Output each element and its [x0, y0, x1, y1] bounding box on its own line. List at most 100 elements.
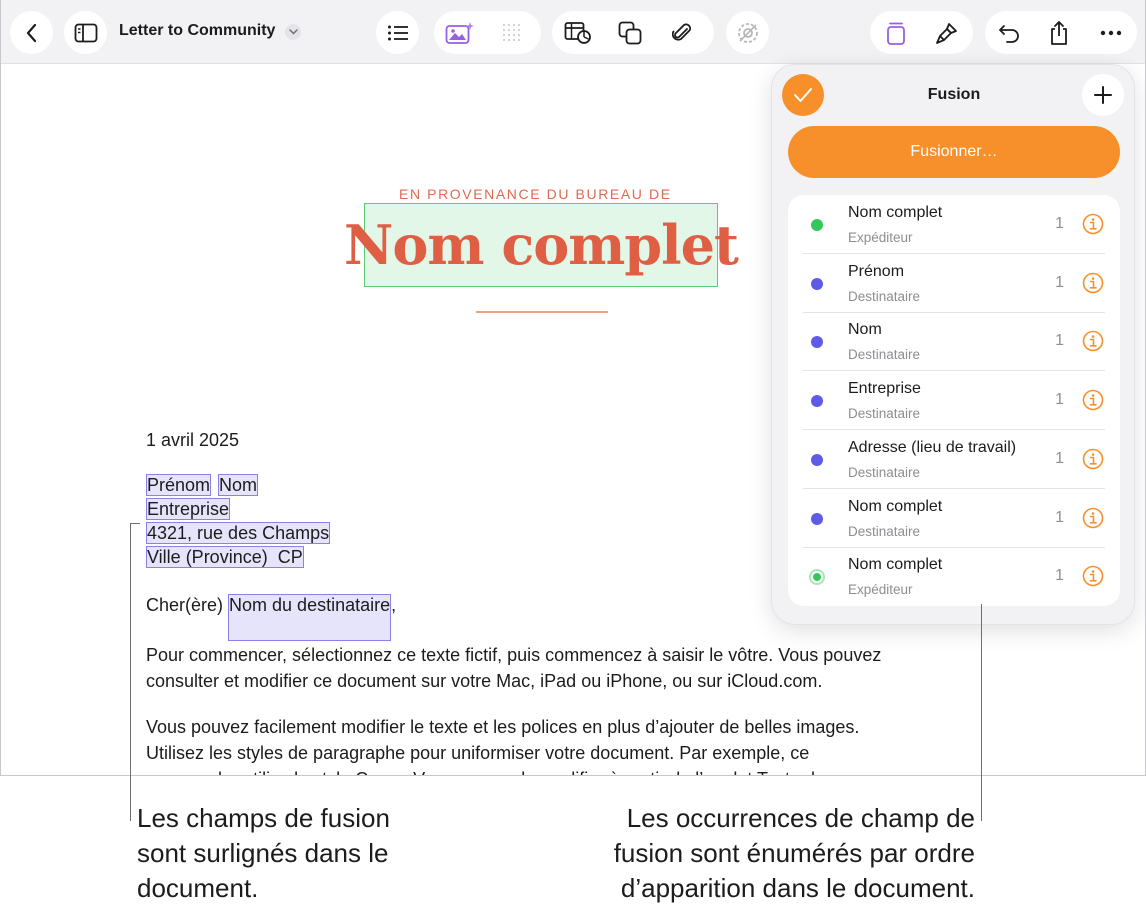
- shapes-button[interactable]: [604, 11, 656, 54]
- image-sparkle-icon: [445, 21, 474, 44]
- more-button[interactable]: [1085, 11, 1137, 54]
- merge-field-destinataire[interactable]: Nom du destinataire: [228, 594, 392, 641]
- field-occurrence-count: 1: [1055, 391, 1064, 409]
- field-name: Nom complet: [848, 556, 943, 574]
- merge-field-row[interactable]: Nom Destinataire 1: [788, 312, 1120, 372]
- field-occurrence-count: 1: [1055, 273, 1064, 291]
- recipient-name-line: Prénom Nom: [146, 474, 259, 498]
- attachment-button[interactable]: [656, 11, 708, 54]
- field-name: Prénom: [848, 262, 905, 280]
- merge-field-row[interactable]: Nom complet Destinataire 1: [788, 489, 1120, 548]
- info-icon[interactable]: [1082, 330, 1104, 352]
- body-paragraph-2[interactable]: Vous pouvez facilement modifier le texte…: [146, 714, 966, 766]
- merge-field-prenom[interactable]: Prénom: [146, 474, 212, 496]
- field-name: Adresse (lieu de travail): [848, 438, 1017, 456]
- table-chart-icon: [564, 21, 591, 44]
- sidebar-toggle-button[interactable]: [64, 11, 107, 54]
- field-role: Destinataire: [848, 288, 921, 304]
- plus-icon: [1094, 86, 1112, 104]
- merge-field-row[interactable]: Prénom Destinataire 1: [788, 254, 1120, 313]
- right-callout-leader: [981, 604, 982, 821]
- merge-view-button[interactable]: [870, 11, 922, 54]
- info-icon[interactable]: [1082, 389, 1104, 411]
- field-name: Nom: [848, 321, 882, 339]
- sender-merge-field[interactable]: Nom complet: [344, 203, 739, 287]
- field-role: Expéditeur: [848, 230, 913, 245]
- body-line-cut: paragraphe utilise le style Corps. Vous …: [146, 766, 906, 775]
- right-callout: Les occurrences de champ de fusion sont …: [614, 801, 975, 906]
- info-icon[interactable]: [1082, 507, 1104, 529]
- merge-field-ville[interactable]: Ville (Province) CP: [146, 546, 304, 568]
- body-line: consulter et modifier ce document sur vo…: [146, 671, 823, 691]
- field-color-dot: [811, 453, 823, 466]
- actions-group: [985, 11, 1137, 54]
- recipient-company-line: Entreprise: [146, 498, 231, 522]
- undo-button[interactable]: [985, 11, 1033, 54]
- callout-line: fusion sont énumérés par ordre: [613, 838, 975, 868]
- sender-eyebrow: EN PROVENANCE DU BUREAU DE: [399, 186, 672, 202]
- body-line: Vous pouvez facilement modifier le texte…: [146, 717, 860, 737]
- merge-field-row[interactable]: Nom complet Expéditeur 1: [788, 195, 1120, 254]
- share-button[interactable]: [1033, 11, 1085, 54]
- merge-button[interactable]: Fusionner…: [788, 126, 1120, 178]
- field-occurrence-count: 1: [1055, 567, 1064, 585]
- paperclip-icon: [672, 23, 691, 41]
- chevron-down-icon: [288, 29, 298, 35]
- merge-field-row[interactable]: Entreprise Destinataire 1: [788, 371, 1120, 431]
- greeting-prefix[interactable]: Cher(ère): [146, 595, 228, 615]
- field-occurrence-count: 1: [1055, 449, 1064, 467]
- merge-field-row[interactable]: Adresse (lieu de travail) Destinataire 1: [788, 430, 1120, 489]
- body-line: paragraphe utilise le style Corps. Vous …: [146, 766, 906, 775]
- field-color-dot: [811, 277, 823, 290]
- recipient-city-line: Ville (Province) CP: [146, 546, 304, 570]
- more-icon: [1100, 30, 1122, 35]
- field-role: Destinataire: [848, 406, 921, 422]
- merge-field-adresse[interactable]: 4321, rue des Champs: [146, 522, 331, 544]
- info-icon[interactable]: [1082, 213, 1104, 235]
- image-playground-button[interactable]: [434, 11, 486, 54]
- insert-group: [552, 11, 714, 54]
- undo-icon: [999, 24, 1019, 43]
- media-group: [434, 11, 541, 54]
- left-callout-leader: [130, 523, 131, 821]
- body-paragraph-1[interactable]: Pour commencer, sélectionnez ce texte fi…: [146, 642, 966, 694]
- format-button[interactable]: [922, 11, 974, 54]
- app-window: Letter to Community EN PROVENANCE DU BUR…: [0, 0, 1146, 776]
- table-chart-button[interactable]: [552, 11, 604, 54]
- back-button[interactable]: [10, 11, 53, 54]
- body-line: Pour commencer, sélectionnez ce texte fi…: [146, 645, 882, 665]
- sidebar-icon: [74, 23, 97, 42]
- field-role: Destinataire: [848, 523, 921, 539]
- field-name: Nom complet: [848, 204, 943, 221]
- callout-line: sont surlignés dans le: [137, 838, 389, 868]
- drawing-grid-button[interactable]: [486, 11, 538, 54]
- callout-line: d’apparition dans le document.: [620, 873, 975, 903]
- merge-field-nom[interactable]: Nom: [218, 474, 259, 496]
- chevron-left-icon: [26, 23, 36, 42]
- title-menu-button[interactable]: [285, 24, 301, 40]
- callout-line: document.: [137, 873, 259, 903]
- toolbar: Letter to Community: [1, 0, 1145, 64]
- shapes-icon: [618, 21, 642, 44]
- field-color-dot: [811, 512, 823, 525]
- list-icon: [387, 25, 408, 40]
- title-divider: [476, 311, 608, 313]
- left-callout: Les champs de fusion sont surlignés dans…: [137, 801, 390, 906]
- document-title[interactable]: Letter to Community: [119, 22, 275, 40]
- merge-field-row[interactable]: Nom complet Expéditeur 1: [788, 547, 1120, 606]
- field-color-dot: [811, 395, 823, 408]
- add-field-button[interactable]: [1082, 74, 1124, 116]
- greeting-line: Cher(ère) Nom du destinataire,: [146, 594, 396, 641]
- info-icon[interactable]: [1082, 565, 1104, 587]
- field-role: Destinataire: [848, 347, 921, 363]
- field-occurrence-count: 1: [1055, 332, 1064, 350]
- collaboration-button[interactable]: [726, 11, 769, 54]
- info-icon[interactable]: [1082, 272, 1104, 294]
- greeting-suffix[interactable]: ,: [391, 595, 396, 615]
- letter-date[interactable]: 1 avril 2025: [146, 430, 239, 451]
- info-icon[interactable]: [1082, 448, 1104, 470]
- share-icon: [1051, 20, 1067, 45]
- merge-field-entreprise[interactable]: Entreprise: [146, 498, 231, 520]
- list-format-button[interactable]: [376, 11, 419, 54]
- field-occurrence-count: 1: [1055, 508, 1064, 526]
